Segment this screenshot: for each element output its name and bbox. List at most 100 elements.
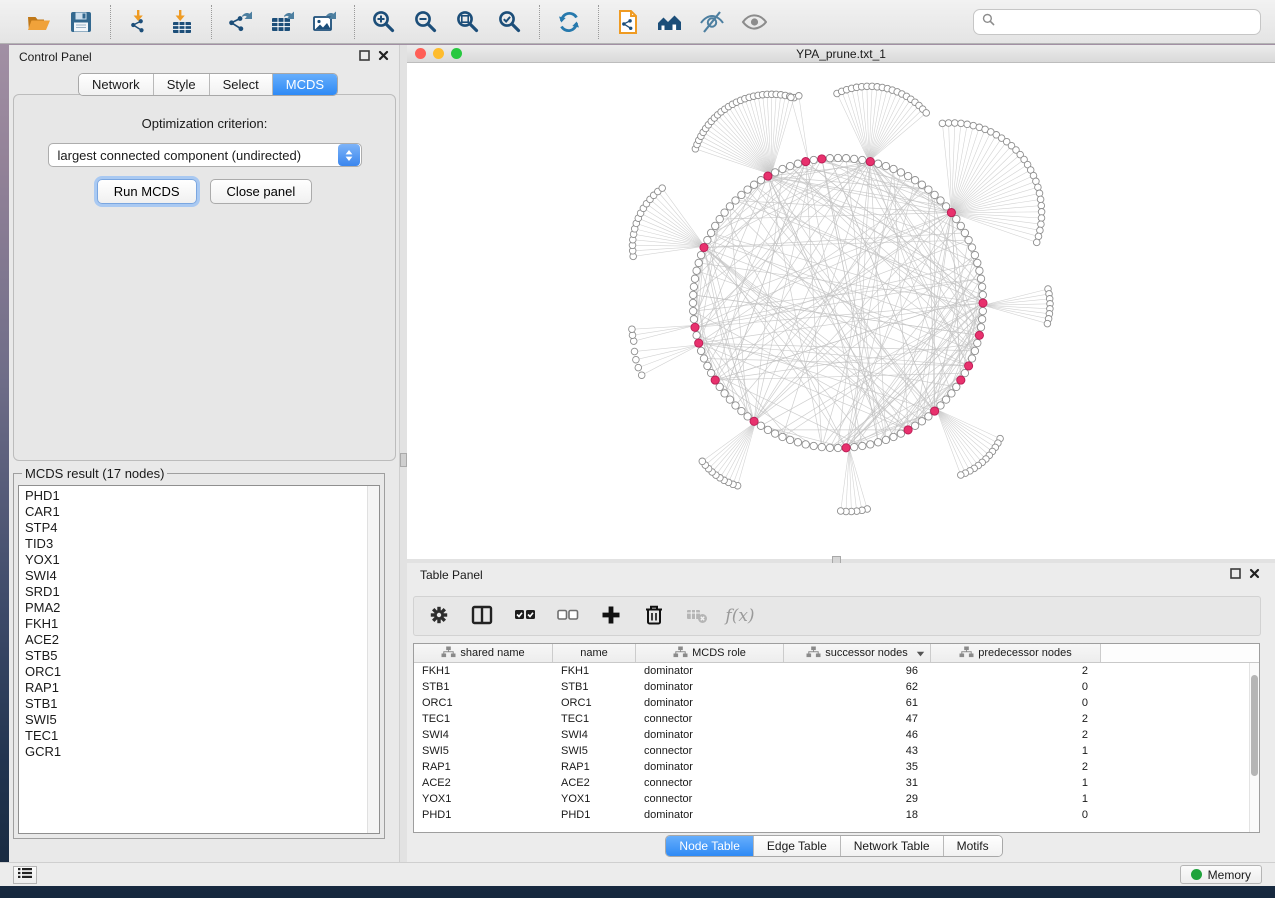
mcds-node[interactable] <box>691 323 699 331</box>
column-header-successor-nodes[interactable]: successor nodes <box>784 644 931 662</box>
network-node[interactable] <box>738 407 745 414</box>
network-node[interactable] <box>716 383 723 390</box>
network-node[interactable] <box>732 197 739 204</box>
network-node[interactable] <box>957 222 964 229</box>
houses-button[interactable] <box>653 6 687 38</box>
network-node[interactable] <box>834 154 841 161</box>
leaf-node[interactable] <box>923 110 930 117</box>
network-node[interactable] <box>707 229 714 236</box>
network-node[interactable] <box>732 402 739 409</box>
zoom-selected-button[interactable] <box>493 6 527 38</box>
network-node[interactable] <box>693 267 700 274</box>
network-node[interactable] <box>897 430 904 437</box>
table-row[interactable]: SWI5SWI5connector431 <box>414 743 1259 759</box>
leaf-node[interactable] <box>788 94 795 101</box>
new-column-button[interactable] <box>598 603 624 629</box>
table-scrollbar[interactable] <box>1249 663 1259 832</box>
mcds-result-item[interactable]: ORC1 <box>25 664 379 680</box>
delete-column-button[interactable] <box>641 603 667 629</box>
network-node[interactable] <box>979 307 986 314</box>
network-node[interactable] <box>842 155 849 162</box>
network-node[interactable] <box>851 443 858 450</box>
network-node[interactable] <box>961 229 968 236</box>
tab-style[interactable]: Style <box>153 74 209 95</box>
network-node[interactable] <box>707 369 714 376</box>
network-node[interactable] <box>794 160 801 167</box>
network-node[interactable] <box>859 156 866 163</box>
network-node[interactable] <box>693 332 700 339</box>
mcds-node[interactable] <box>975 331 983 339</box>
leaf-node[interactable] <box>1038 215 1045 222</box>
file-network-button[interactable] <box>611 6 645 38</box>
show-columns-button[interactable] <box>469 603 495 629</box>
leaf-node[interactable] <box>1044 320 1051 327</box>
zoom-out-button[interactable] <box>409 6 443 38</box>
network-node[interactable] <box>867 441 874 448</box>
mcds-node[interactable] <box>904 426 912 434</box>
mcds-result-item[interactable]: YOX1 <box>25 552 379 568</box>
vertical-splitter-handle[interactable] <box>400 453 407 467</box>
mcds-result-item[interactable]: STP4 <box>25 520 379 536</box>
export-network-button[interactable] <box>224 6 258 38</box>
mcds-result-item[interactable]: PMA2 <box>25 600 379 616</box>
table-row[interactable]: ACE2ACE2connector311 <box>414 775 1259 791</box>
leaf-node[interactable] <box>958 472 965 479</box>
leaf-node[interactable] <box>1033 239 1040 246</box>
mcds-list-scrollbar[interactable] <box>367 486 379 833</box>
network-node[interactable] <box>971 347 978 354</box>
leaf-node[interactable] <box>964 121 971 128</box>
network-node[interactable] <box>726 396 733 403</box>
network-node[interactable] <box>690 316 697 323</box>
network-canvas[interactable] <box>407 63 1275 559</box>
leaf-node[interactable] <box>1038 209 1045 216</box>
network-node[interactable] <box>961 369 968 376</box>
network-node[interactable] <box>978 283 985 290</box>
network-node[interactable] <box>890 433 897 440</box>
table-mode-gear-button[interactable] <box>426 603 452 629</box>
network-node[interactable] <box>965 236 972 243</box>
zoom-fit-button[interactable] <box>451 6 485 38</box>
leaf-node[interactable] <box>837 508 844 515</box>
network-node[interactable] <box>974 339 981 346</box>
network-node[interactable] <box>977 324 984 331</box>
task-history-button[interactable] <box>13 866 37 884</box>
memory-button[interactable]: Memory <box>1180 865 1262 884</box>
table-row[interactable]: PHD1PHD1dominator180 <box>414 807 1259 823</box>
leaf-node[interactable] <box>952 120 959 127</box>
mcds-node[interactable] <box>866 158 874 166</box>
table-row[interactable]: SWI4SWI4dominator462 <box>414 727 1259 743</box>
leaf-node[interactable] <box>796 93 803 100</box>
mcds-result-item[interactable]: ACE2 <box>25 632 379 648</box>
network-node[interactable] <box>786 162 793 169</box>
network-node[interactable] <box>977 275 984 282</box>
search-input[interactable] <box>995 14 1252 30</box>
eye-button[interactable] <box>737 6 771 38</box>
network-node[interactable] <box>968 355 975 362</box>
tab-mcds[interactable]: MCDS <box>272 74 337 95</box>
network-node[interactable] <box>690 291 697 298</box>
tab-select[interactable]: Select <box>209 74 272 95</box>
mcds-result-item[interactable]: SWI5 <box>25 712 379 728</box>
column-header-MCDS-role[interactable]: MCDS role <box>636 644 784 662</box>
network-node[interactable] <box>779 165 786 172</box>
network-node[interactable] <box>918 418 925 425</box>
network-node[interactable] <box>978 316 985 323</box>
column-header-name[interactable]: name <box>553 644 636 662</box>
leaf-node[interactable] <box>945 120 952 127</box>
mcds-node[interactable] <box>979 299 987 307</box>
mcds-node[interactable] <box>931 407 939 415</box>
network-node[interactable] <box>771 430 778 437</box>
network-node[interactable] <box>779 433 786 440</box>
network-node[interactable] <box>716 215 723 222</box>
network-node[interactable] <box>757 422 764 429</box>
mcds-result-item[interactable]: TID3 <box>25 536 379 552</box>
refresh-button[interactable] <box>552 6 586 38</box>
mcds-result-item[interactable]: CAR1 <box>25 504 379 520</box>
network-node[interactable] <box>974 259 981 266</box>
network-node[interactable] <box>859 442 866 449</box>
mcds-result-item[interactable]: STB5 <box>25 648 379 664</box>
open-folder-button[interactable] <box>22 6 56 38</box>
network-node[interactable] <box>704 236 711 243</box>
network-node[interactable] <box>826 444 833 451</box>
table-row[interactable]: YOX1YOX1connector291 <box>414 791 1259 807</box>
